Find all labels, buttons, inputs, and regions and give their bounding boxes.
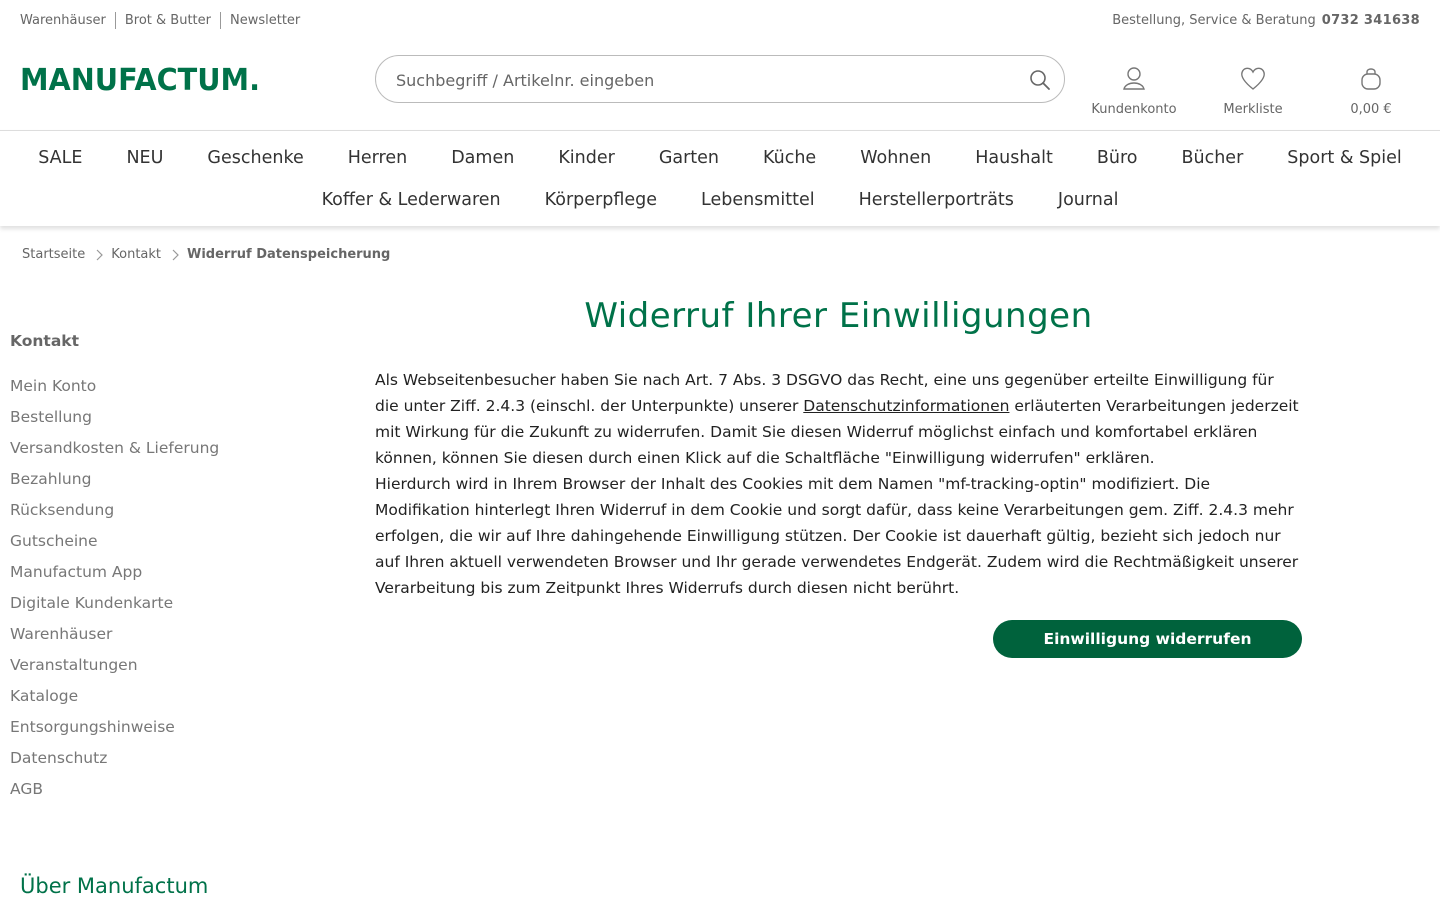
nav-item-wohnen[interactable]: Wohnen xyxy=(838,148,953,168)
top-link-newsletter[interactable]: Newsletter xyxy=(219,12,309,29)
sidebar-item-mein-konto[interactable]: Mein Konto xyxy=(10,375,330,406)
sidebar: Kontakt Mein Konto Bestellung Versandkos… xyxy=(10,332,330,809)
service-info: Bestellung, Service & Beratung 0732 34163… xyxy=(1112,12,1420,29)
nav-item-damen[interactable]: Damen xyxy=(429,148,536,168)
sidebar-item-versandkosten[interactable]: Versandkosten & Lieferung xyxy=(10,437,330,468)
nav-item-sport-spiel[interactable]: Sport & Spiel xyxy=(1265,148,1423,168)
sidebar-item-entsorgung[interactable]: Entsorgungshinweise xyxy=(10,716,330,747)
nav-row-2: Koffer & Lederwaren Körperpflege Lebensm… xyxy=(0,190,1440,210)
wishlist-label: Merkliste xyxy=(1223,102,1283,117)
nav-item-haushalt[interactable]: Haushalt xyxy=(953,148,1075,168)
breadcrumb: Startseite Kontakt Widerruf Datenspeiche… xyxy=(22,247,390,262)
nav-item-kueche[interactable]: Küche xyxy=(741,148,838,168)
nav-item-neu[interactable]: NEU xyxy=(104,148,185,168)
breadcrumb-home[interactable]: Startseite xyxy=(22,247,85,262)
nav-item-herstellerportraets[interactable]: Herstellerporträts xyxy=(837,190,1036,210)
revoke-consent-button[interactable]: Einwilligung widerrufen xyxy=(993,620,1302,658)
account-button[interactable]: Kundenkonto xyxy=(1084,64,1184,117)
sidebar-item-app[interactable]: Manufactum App xyxy=(10,561,330,592)
heart-icon xyxy=(1241,67,1265,90)
service-label: Bestellung, Service & Beratung xyxy=(1112,13,1316,28)
top-links: Warenhäuser Brot & Butter Newsletter xyxy=(20,12,309,29)
main-content: Widerruf Ihrer Einwilligungen Als Websei… xyxy=(375,296,1302,601)
main-navigation: SALE NEU Geschenke Herren Damen Kinder G… xyxy=(0,130,1440,226)
sidebar-item-datenschutz[interactable]: Datenschutz xyxy=(10,747,330,778)
body-text: Als Webseitenbesucher haben Sie nach Art… xyxy=(375,367,1302,601)
manufactum-logo[interactable]: MANUFACTUM. xyxy=(20,56,260,98)
sidebar-item-bezahlung[interactable]: Bezahlung xyxy=(10,468,330,499)
wishlist-button[interactable]: Merkliste xyxy=(1203,64,1303,117)
nav-item-koffer-lederwaren[interactable]: Koffer & Lederwaren xyxy=(300,190,523,210)
nav-item-buero[interactable]: Büro xyxy=(1075,148,1160,168)
nav-row-1: SALE NEU Geschenke Herren Damen Kinder G… xyxy=(0,148,1440,168)
privacy-info-link[interactable]: Datenschutzinformationen xyxy=(803,397,1009,415)
about-heading[interactable]: Über Manufactum xyxy=(20,874,208,898)
sidebar-item-ruecksendung[interactable]: Rücksendung xyxy=(10,499,330,530)
nav-item-journal[interactable]: Journal xyxy=(1036,190,1141,210)
sidebar-item-veranstaltungen[interactable]: Veranstaltungen xyxy=(10,654,330,685)
top-bar: Warenhäuser Brot & Butter Newsletter Bes… xyxy=(0,0,1440,40)
search-icon[interactable] xyxy=(1028,68,1052,92)
sidebar-title: Kontakt xyxy=(10,332,80,350)
top-link-warenhaeuser[interactable]: Warenhäuser xyxy=(20,12,115,29)
nav-item-geschenke[interactable]: Geschenke xyxy=(185,148,325,168)
paragraph-1: Als Webseitenbesucher haben Sie nach Art… xyxy=(375,367,1302,471)
sidebar-item-gutscheine[interactable]: Gutscheine xyxy=(10,530,330,561)
breadcrumb-kontakt[interactable]: Kontakt xyxy=(111,247,161,262)
chevron-right-icon xyxy=(172,249,179,260)
chevron-right-icon xyxy=(96,249,104,260)
nav-item-koerperpflege[interactable]: Körperpflege xyxy=(523,190,679,210)
nav-item-lebensmittel[interactable]: Lebensmittel xyxy=(679,190,837,210)
user-icon xyxy=(1123,67,1145,90)
logo-wordmark: MANUFACTUM. xyxy=(20,63,260,98)
sidebar-list: Mein Konto Bestellung Versandkosten & Li… xyxy=(10,375,330,809)
nav-item-kinder[interactable]: Kinder xyxy=(536,148,637,168)
sidebar-item-agb[interactable]: AGB xyxy=(10,778,330,809)
nav-item-buecher[interactable]: Bücher xyxy=(1160,148,1266,168)
cart-total: 0,00 € xyxy=(1350,102,1392,117)
nav-item-herren[interactable]: Herren xyxy=(326,148,429,168)
cart-button[interactable]: 0,00 € xyxy=(1321,64,1421,117)
sidebar-item-warenhaeuser[interactable]: Warenhäuser xyxy=(10,623,330,654)
shopping-bag-icon xyxy=(1361,68,1381,90)
nav-item-sale[interactable]: SALE xyxy=(16,148,104,168)
breadcrumb-current: Widerruf Datenspeicherung xyxy=(187,247,391,262)
sidebar-item-kataloge[interactable]: Kataloge xyxy=(10,685,330,716)
paragraph-2: Hierdurch wird in Ihrem Browser der Inha… xyxy=(375,475,1299,597)
page-title: Widerruf Ihrer Einwilligungen xyxy=(584,296,1093,336)
sidebar-item-bestellung[interactable]: Bestellung xyxy=(10,406,330,437)
search-input[interactable] xyxy=(396,68,996,92)
service-phone[interactable]: 0732 341638 xyxy=(1322,13,1420,28)
nav-item-garten[interactable]: Garten xyxy=(637,148,741,168)
sidebar-item-kundenkarte[interactable]: Digitale Kundenkarte xyxy=(10,592,330,623)
search-box xyxy=(375,55,1065,103)
account-label: Kundenkonto xyxy=(1091,102,1177,117)
logo-text: MANUFACTUM. xyxy=(20,63,260,94)
top-link-brot-butter[interactable]: Brot & Butter xyxy=(114,12,220,29)
